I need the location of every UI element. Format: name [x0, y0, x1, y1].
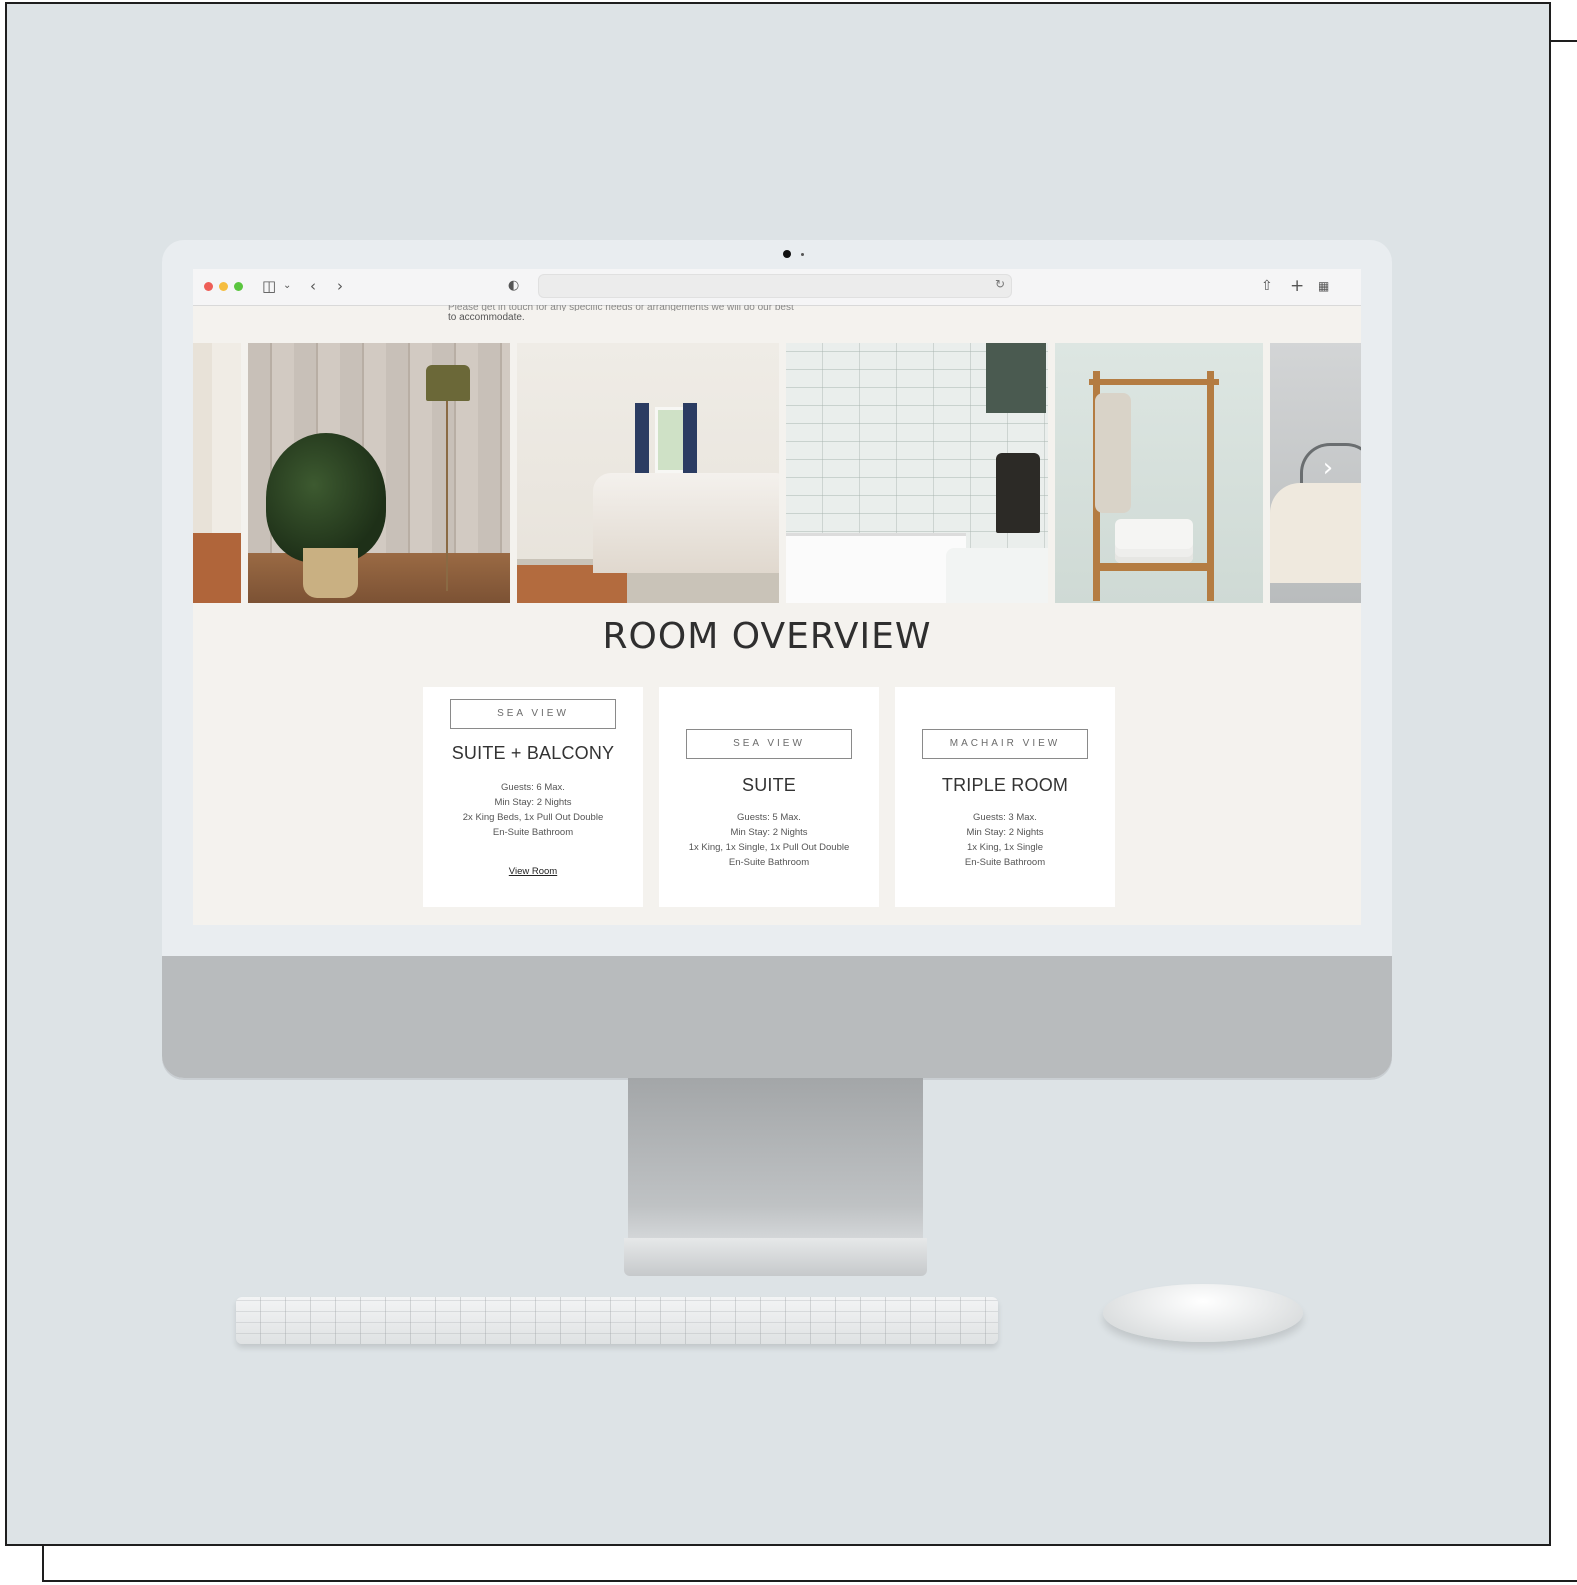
- lamp-shape: [426, 365, 470, 401]
- sidebar-icon[interactable]: ◫: [262, 276, 276, 296]
- camera-sensor: [801, 253, 804, 256]
- room-guests: Guests: 5 Max.: [737, 812, 801, 823]
- room-card[interactable]: MACHAIR VIEW TRIPLE ROOM Guests: 3 Max. …: [895, 687, 1115, 907]
- room-details: Guests: 5 Max. Min Stay: 2 Nights 1x Kin…: [659, 810, 879, 870]
- room-bathroom: En-Suite Bathroom: [728, 857, 810, 868]
- monitor-stand-base: [624, 1238, 927, 1276]
- bed-shape: [593, 473, 779, 573]
- reload-icon[interactable]: ↻: [995, 277, 1005, 291]
- rack-shelf-shape: [1095, 563, 1213, 571]
- room-view-badge: SEA VIEW: [450, 699, 616, 729]
- intro-text: Please get in touch for any specific nee…: [448, 305, 828, 325]
- room-beds: 2x King Beds, 1x Pull Out Double: [462, 812, 604, 823]
- room-name: TRIPLE ROOM: [941, 775, 1069, 795]
- rack-rail-shape: [1089, 379, 1219, 385]
- chevron-right-icon[interactable]: ›: [1313, 453, 1343, 483]
- back-icon[interactable]: ‹: [310, 276, 316, 296]
- photo-gallery[interactable]: ›: [193, 343, 1361, 603]
- plant-shape: [266, 433, 386, 563]
- room-min-stay: Min Stay: 2 Nights: [494, 797, 572, 808]
- room-name: SUITE: [741, 775, 796, 795]
- room-details: Guests: 3 Max. Min Stay: 2 Nights 1x Kin…: [895, 810, 1115, 870]
- room-bathroom: En-Suite Bathroom: [492, 827, 574, 838]
- frame-offset-line: [42, 1546, 44, 1582]
- mirror-shape: [986, 343, 1046, 413]
- pot-shape: [303, 548, 358, 598]
- gallery-photo[interactable]: [1055, 343, 1263, 603]
- minimize-window-button[interactable]: [219, 282, 228, 291]
- share-icon[interactable]: ⇧: [1261, 276, 1273, 296]
- room-view-badge: SEA VIEW: [686, 729, 852, 759]
- new-tab-icon[interactable]: +: [1290, 276, 1304, 296]
- gallery-photo[interactable]: [786, 343, 1048, 603]
- room-bathroom: En-Suite Bathroom: [964, 857, 1046, 868]
- room-beds: 1x King, 1x Single, 1x Pull Out Double: [688, 842, 850, 853]
- room-min-stay: Min Stay: 2 Nights: [730, 827, 808, 838]
- close-window-button[interactable]: [204, 282, 213, 291]
- towels-shape: [1115, 519, 1193, 563]
- monitor-stand: [628, 1078, 923, 1238]
- room-card[interactable]: SEA VIEW SUITE + BALCONY Guests: 6 Max. …: [423, 687, 643, 907]
- intro-line: to accommodate.: [448, 312, 525, 323]
- room-card[interactable]: SEA VIEW SUITE Guests: 5 Max. Min Stay: …: [659, 687, 879, 907]
- bathtub-shape: [786, 533, 966, 603]
- forward-icon[interactable]: ›: [337, 276, 343, 296]
- zoom-window-button[interactable]: [234, 282, 243, 291]
- room-guests: Guests: 3 Max.: [973, 812, 1037, 823]
- room-name: SUITE + BALCONY: [451, 743, 615, 763]
- monitor-chin: [162, 956, 1392, 1078]
- view-room-link[interactable]: View Room: [509, 866, 557, 877]
- frame-offset-line: [42, 1580, 1577, 1582]
- soap-bottle-shape: [996, 453, 1040, 533]
- intro-cut-line: Please get in touch for any specific nee…: [448, 305, 794, 311]
- section-title: ROOM OVERVIEW: [602, 616, 932, 657]
- gallery-photo[interactable]: [248, 343, 510, 603]
- tab-overview-icon[interactable]: ▦: [1318, 276, 1329, 296]
- gallery-photo[interactable]: [193, 343, 241, 603]
- room-guests: Guests: 6 Max.: [501, 782, 565, 793]
- shield-icon[interactable]: ◐: [508, 276, 519, 296]
- room-view-badge: MACHAIR VIEW: [922, 729, 1088, 759]
- frame-offset-line: [1551, 40, 1577, 42]
- browser-window: ◫ ⌄ ‹ › ◐ ↻ ⇧ + ▦ Please get in touch fo…: [193, 269, 1361, 925]
- lamp-tripod-shape: [446, 401, 448, 591]
- camera-icon: [783, 250, 791, 258]
- room-details: Guests: 6 Max. Min Stay: 2 Nights 2x Kin…: [423, 780, 643, 840]
- browser-toolbar: ◫ ⌄ ‹ › ◐ ↻ ⇧ + ▦: [193, 269, 1361, 306]
- robe-shape: [1095, 393, 1131, 513]
- mouse: [1103, 1284, 1303, 1342]
- room-min-stay: Min Stay: 2 Nights: [966, 827, 1044, 838]
- sink-shape: [946, 548, 1048, 603]
- room-beds: 1x King, 1x Single: [966, 842, 1044, 853]
- keyboard: [236, 1297, 998, 1344]
- gallery-photo[interactable]: [517, 343, 779, 603]
- address-bar[interactable]: ↻: [538, 274, 1012, 298]
- chevron-down-icon[interactable]: ⌄: [283, 276, 291, 296]
- bed-shape: [1270, 483, 1361, 583]
